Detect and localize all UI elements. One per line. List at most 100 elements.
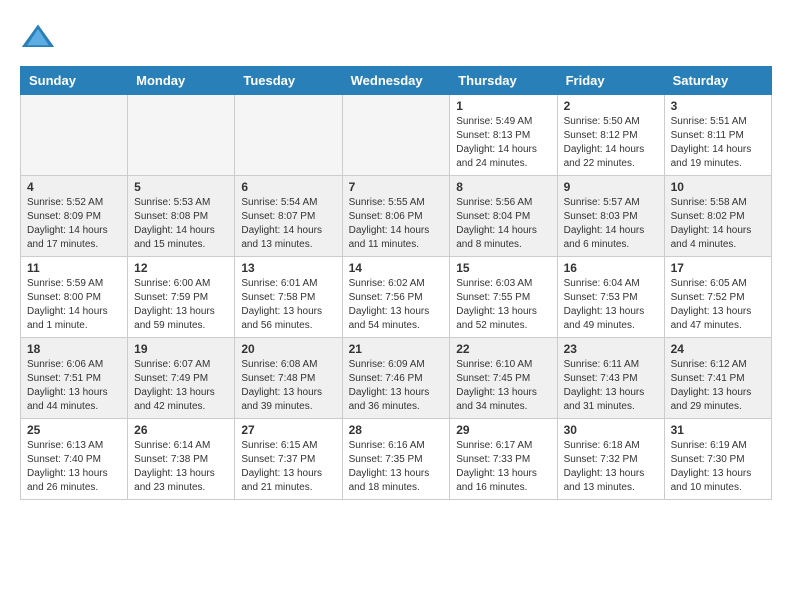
day-number: 27	[241, 423, 335, 437]
calendar-cell: 11 Sunrise: 5:59 AM Sunset: 8:00 PM Dayli…	[21, 257, 128, 338]
calendar-cell: 27 Sunrise: 6:15 AM Sunset: 7:37 PM Dayli…	[235, 419, 342, 500]
calendar-cell: 10 Sunrise: 5:58 AM Sunset: 8:02 PM Dayli…	[664, 176, 771, 257]
calendar-cell: 6Sunrise: 5:54 AM Sunset: 8:07 PM Daylig…	[235, 176, 342, 257]
calendar-header: SundayMondayTuesdayWednesdayThursdayFrid…	[21, 67, 772, 95]
calendar-cell: 24 Sunrise: 6:12 AM Sunset: 7:41 PM Dayli…	[664, 338, 771, 419]
weekday-header-saturday: Saturday	[664, 67, 771, 95]
day-info: Sunrise: 6:17 AM Sunset: 7:33 PM Dayligh…	[456, 439, 550, 495]
day-number: 30	[564, 423, 658, 437]
day-info: Sunrise: 6:10 AM Sunset: 7:45 PM Dayligh…	[456, 358, 550, 414]
day-info: Sunrise: 5:59 AM Sunset: 8:00 PM Dayligh…	[27, 277, 121, 333]
day-info: Sunrise: 6:16 AM Sunset: 7:35 PM Dayligh…	[349, 439, 444, 495]
calendar-cell: 31 Sunrise: 6:19 AM Sunset: 7:30 PM Dayli…	[664, 419, 771, 500]
day-info: Sunrise: 6:00 AM Sunset: 7:59 PM Dayligh…	[134, 277, 228, 333]
calendar-cell: 8 Sunrise: 5:56 AM Sunset: 8:04 PM Daylig…	[450, 176, 557, 257]
calendar-cell	[235, 95, 342, 176]
weekday-header-thursday: Thursday	[450, 67, 557, 95]
day-number: 1	[456, 99, 550, 113]
day-info: Sunrise: 5:50 AM Sunset: 8:12 PM Dayligh…	[564, 115, 658, 171]
day-info: Sunrise: 5:53 AM Sunset: 8:08 PM Dayligh…	[134, 196, 228, 252]
calendar-cell: 4 Sunrise: 5:52 AM Sunset: 8:09 PM Daylig…	[21, 176, 128, 257]
day-info: Sunrise: 6:09 AM Sunset: 7:46 PM Dayligh…	[349, 358, 444, 414]
day-number: 10	[671, 180, 765, 194]
calendar-cell: 29 Sunrise: 6:17 AM Sunset: 7:33 PM Dayli…	[450, 419, 557, 500]
calendar-cell: 28 Sunrise: 6:16 AM Sunset: 7:35 PM Dayli…	[342, 419, 450, 500]
calendar-week-5: 25Sunrise: 6:13 AM Sunset: 7:40 PM Dayli…	[21, 419, 772, 500]
day-info: Sunrise: 5:51 AM Sunset: 8:11 PM Dayligh…	[671, 115, 765, 171]
day-number: 26	[134, 423, 228, 437]
day-number: 13	[241, 261, 335, 275]
weekday-header-friday: Friday	[557, 67, 664, 95]
calendar-cell: 16 Sunrise: 6:04 AM Sunset: 7:53 PM Dayli…	[557, 257, 664, 338]
day-number: 9	[564, 180, 658, 194]
day-number: 3	[671, 99, 765, 113]
day-number: 2	[564, 99, 658, 113]
calendar-body: 1 Sunrise: 5:49 AM Sunset: 8:13 PM Daylig…	[21, 95, 772, 500]
calendar-cell: 1 Sunrise: 5:49 AM Sunset: 8:13 PM Daylig…	[450, 95, 557, 176]
day-info: Sunrise: 6:05 AM Sunset: 7:52 PM Dayligh…	[671, 277, 765, 333]
weekday-header-sunday: Sunday	[21, 67, 128, 95]
calendar-cell	[128, 95, 235, 176]
day-info: Sunrise: 6:04 AM Sunset: 7:53 PM Dayligh…	[564, 277, 658, 333]
day-number: 21	[349, 342, 444, 356]
calendar-cell: 13 Sunrise: 6:01 AM Sunset: 7:58 PM Dayli…	[235, 257, 342, 338]
calendar-week-4: 18 Sunrise: 6:06 AM Sunset: 7:51 PM Dayli…	[21, 338, 772, 419]
calendar-cell: 2 Sunrise: 5:50 AM Sunset: 8:12 PM Daylig…	[557, 95, 664, 176]
day-info: Sunrise: 5:52 AM Sunset: 8:09 PM Dayligh…	[27, 196, 121, 252]
day-info: Sunrise: 6:01 AM Sunset: 7:58 PM Dayligh…	[241, 277, 335, 333]
weekday-header-tuesday: Tuesday	[235, 67, 342, 95]
calendar-cell: 12 Sunrise: 6:00 AM Sunset: 7:59 PM Dayli…	[128, 257, 235, 338]
day-number: 23	[564, 342, 658, 356]
day-info: Sunrise: 5:58 AM Sunset: 8:02 PM Dayligh…	[671, 196, 765, 252]
day-info: Sunrise: 6:03 AM Sunset: 7:55 PM Dayligh…	[456, 277, 550, 333]
day-info: Sunrise: 5:49 AM Sunset: 8:13 PM Dayligh…	[456, 115, 550, 171]
day-number: 8	[456, 180, 550, 194]
calendar-table: SundayMondayTuesdayWednesdayThursdayFrid…	[20, 66, 772, 500]
day-number: 5	[134, 180, 228, 194]
weekday-header-row: SundayMondayTuesdayWednesdayThursdayFrid…	[21, 67, 772, 95]
day-info: Sunrise: 6:13 AM Sunset: 7:40 PM Dayligh…	[27, 439, 121, 495]
day-number: 29	[456, 423, 550, 437]
calendar-cell: 19Sunrise: 6:07 AM Sunset: 7:49 PM Dayli…	[128, 338, 235, 419]
day-info: Sunrise: 6:06 AM Sunset: 7:51 PM Dayligh…	[27, 358, 121, 414]
page-header	[20, 20, 772, 56]
calendar-cell: 17 Sunrise: 6:05 AM Sunset: 7:52 PM Dayli…	[664, 257, 771, 338]
calendar-cell: 21 Sunrise: 6:09 AM Sunset: 7:46 PM Dayli…	[342, 338, 450, 419]
calendar-cell: 9 Sunrise: 5:57 AM Sunset: 8:03 PM Daylig…	[557, 176, 664, 257]
day-number: 4	[27, 180, 121, 194]
day-number: 12	[134, 261, 228, 275]
day-info: Sunrise: 5:56 AM Sunset: 8:04 PM Dayligh…	[456, 196, 550, 252]
calendar-cell: 22Sunrise: 6:10 AM Sunset: 7:45 PM Dayli…	[450, 338, 557, 419]
day-number: 16	[564, 261, 658, 275]
logo	[20, 20, 62, 56]
day-number: 20	[241, 342, 335, 356]
day-number: 24	[671, 342, 765, 356]
day-info: Sunrise: 6:02 AM Sunset: 7:56 PM Dayligh…	[349, 277, 444, 333]
day-info: Sunrise: 6:14 AM Sunset: 7:38 PM Dayligh…	[134, 439, 228, 495]
calendar-week-2: 4 Sunrise: 5:52 AM Sunset: 8:09 PM Daylig…	[21, 176, 772, 257]
day-number: 11	[27, 261, 121, 275]
day-info: Sunrise: 6:19 AM Sunset: 7:30 PM Dayligh…	[671, 439, 765, 495]
day-number: 17	[671, 261, 765, 275]
day-info: Sunrise: 6:12 AM Sunset: 7:41 PM Dayligh…	[671, 358, 765, 414]
day-number: 18	[27, 342, 121, 356]
calendar-cell: 23 Sunrise: 6:11 AM Sunset: 7:43 PM Dayli…	[557, 338, 664, 419]
day-info: Sunrise: 6:15 AM Sunset: 7:37 PM Dayligh…	[241, 439, 335, 495]
calendar-cell: 3 Sunrise: 5:51 AM Sunset: 8:11 PM Daylig…	[664, 95, 771, 176]
calendar-cell: 18 Sunrise: 6:06 AM Sunset: 7:51 PM Dayli…	[21, 338, 128, 419]
day-info: Sunrise: 5:57 AM Sunset: 8:03 PM Dayligh…	[564, 196, 658, 252]
calendar-week-3: 11 Sunrise: 5:59 AM Sunset: 8:00 PM Dayli…	[21, 257, 772, 338]
calendar-cell: 15Sunrise: 6:03 AM Sunset: 7:55 PM Dayli…	[450, 257, 557, 338]
calendar-cell	[21, 95, 128, 176]
weekday-header-wednesday: Wednesday	[342, 67, 450, 95]
day-number: 28	[349, 423, 444, 437]
weekday-header-monday: Monday	[128, 67, 235, 95]
calendar-cell: 7Sunrise: 5:55 AM Sunset: 8:06 PM Daylig…	[342, 176, 450, 257]
day-info: Sunrise: 5:55 AM Sunset: 8:06 PM Dayligh…	[349, 196, 444, 252]
day-number: 31	[671, 423, 765, 437]
day-info: Sunrise: 6:11 AM Sunset: 7:43 PM Dayligh…	[564, 358, 658, 414]
day-info: Sunrise: 6:08 AM Sunset: 7:48 PM Dayligh…	[241, 358, 335, 414]
calendar-cell	[342, 95, 450, 176]
calendar-cell: 14Sunrise: 6:02 AM Sunset: 7:56 PM Dayli…	[342, 257, 450, 338]
calendar-cell: 30Sunrise: 6:18 AM Sunset: 7:32 PM Dayli…	[557, 419, 664, 500]
